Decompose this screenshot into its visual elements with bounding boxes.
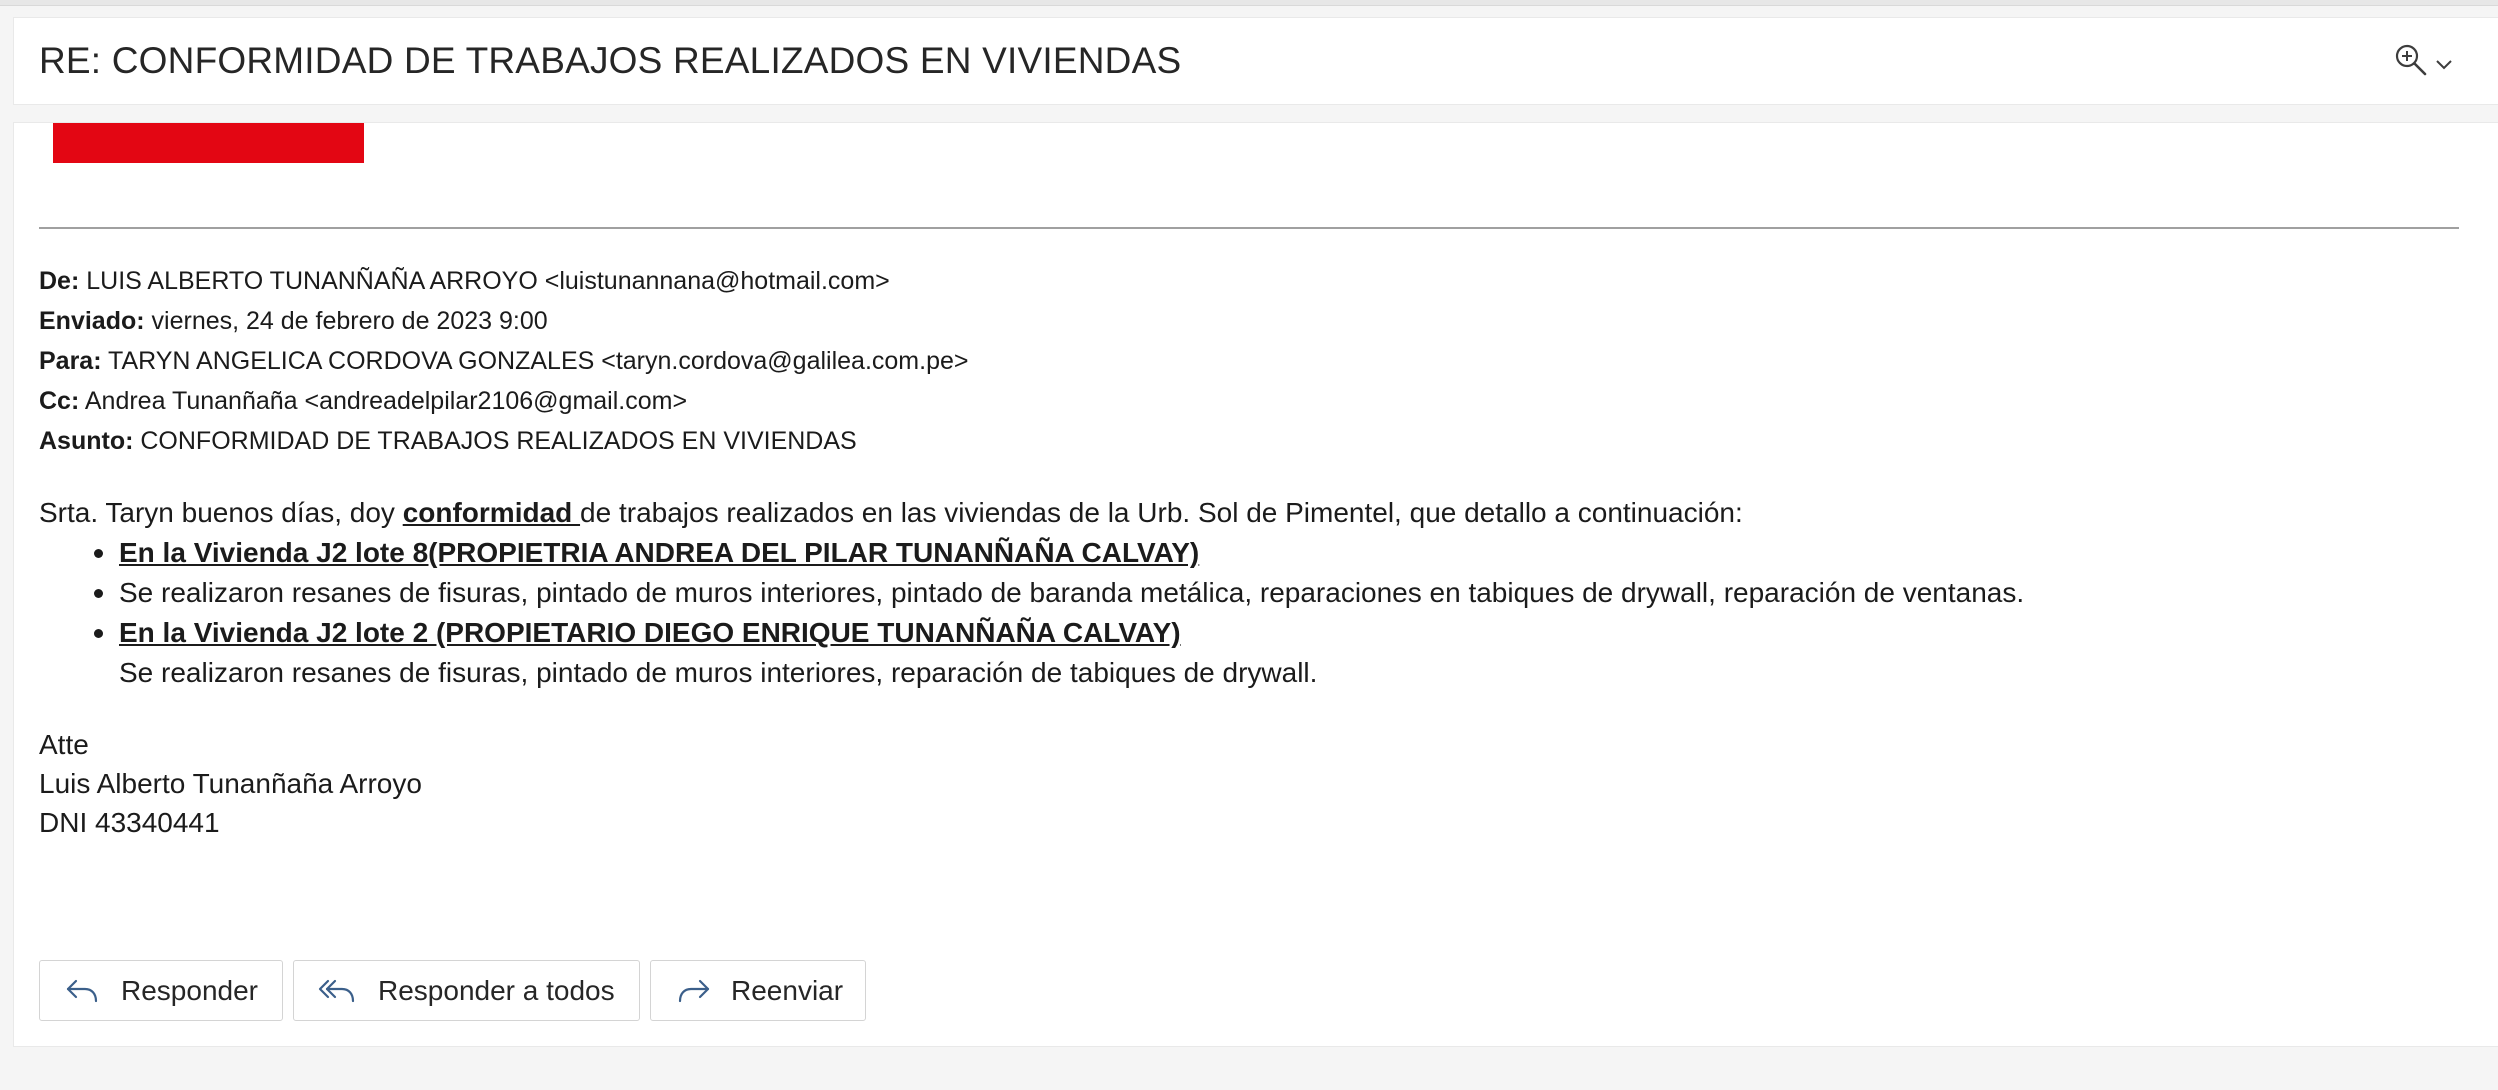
signature-closing: Atte [39, 729, 89, 760]
signature-id: DNI 43340441 [39, 807, 220, 838]
reply-label: Responder [121, 974, 258, 1006]
header-sent: Enviado: viernes, 24 de febrero de 2023 … [39, 307, 548, 335]
signature-name: Luis Alberto Tunanñaña Arroyo [39, 768, 422, 799]
message-text: Srta. Taryn buenos días, doy conformidad… [39, 493, 2024, 842]
forward-label: Reenviar [731, 974, 844, 1006]
list-item: Se realizaron resanes de fisuras, pintad… [39, 573, 2024, 613]
cc-value: Andrea Tunanñaña <andreadelpilar2106@gma… [84, 387, 688, 415]
reply-all-button[interactable]: Responder a todos [293, 960, 640, 1021]
work-list-1: En la Vivienda J2 lote 8(PROPIETRIA ANDR… [39, 533, 2024, 613]
message-actions: Responder Responder a todos Reenviar [39, 960, 866, 1021]
header-divider [39, 227, 2459, 229]
redacted-block [53, 123, 364, 163]
greeting-emphasis: conformidad [402, 497, 581, 528]
to-value: TARYN ANGELICA CORDOVA GONZALES <taryn.c… [108, 347, 969, 375]
sent-value: viernes, 24 de febrero de 2023 9:00 [151, 307, 548, 335]
work-list-2: En la Vivienda J2 lote 2 (PROPIETARIO DI… [39, 613, 2024, 653]
forward-button[interactable]: Reenviar [650, 960, 866, 1021]
reply-button[interactable]: Responder [39, 960, 283, 1021]
forwarded-headers: De: LUIS ALBERTO TUNANÑAÑA ARROYO <luist… [39, 261, 968, 461]
message-subject: RE: CONFORMIDAD DE TRABAJOS REALIZADOS E… [39, 40, 1182, 81]
header-to: Para: TARYN ANGELICA CORDOVA GONZALES <t… [39, 347, 969, 375]
header-cc: Cc: Andrea Tunanñaña <andreadelpilar2106… [39, 387, 688, 415]
from-value: LUIS ALBERTO TUNANÑAÑA ARROYO <luistunan… [86, 267, 890, 295]
zoom-in-icon [2393, 42, 2429, 78]
reply-icon [64, 976, 101, 1006]
subject-bar: RE: CONFORMIDAD DE TRABAJOS REALIZADOS E… [13, 17, 2498, 105]
forward-icon [675, 976, 711, 1006]
list-item: En la Vivienda J2 lote 2 (PROPIETARIO DI… [39, 613, 2024, 653]
subject-value: CONFORMIDAD DE TRABAJOS REALIZADOS EN VI… [140, 427, 857, 455]
reply-all-label: Responder a todos [378, 974, 615, 1006]
message-body-card: De: LUIS ALBERTO TUNANÑAÑA ARROYO <luist… [13, 122, 2498, 1047]
signature: Atte Luis Alberto Tunanñaña Arroyo DNI 4… [39, 725, 2024, 842]
list-item-continuation: Se realizaron resanes de fisuras, pintad… [119, 657, 1318, 688]
zoom-control[interactable] [2393, 42, 2453, 78]
list-item: En la Vivienda J2 lote 8(PROPIETRIA ANDR… [39, 533, 2024, 573]
chevron-down-icon [2435, 58, 2453, 70]
header-subject: Asunto: CONFORMIDAD DE TRABAJOS REALIZAD… [39, 427, 857, 455]
greeting-paragraph: Srta. Taryn buenos días, doy conformidad… [39, 497, 1743, 528]
reply-all-icon [318, 976, 358, 1006]
top-strip [0, 0, 2498, 6]
header-from: De: LUIS ALBERTO TUNANÑAÑA ARROYO <luist… [39, 267, 890, 295]
